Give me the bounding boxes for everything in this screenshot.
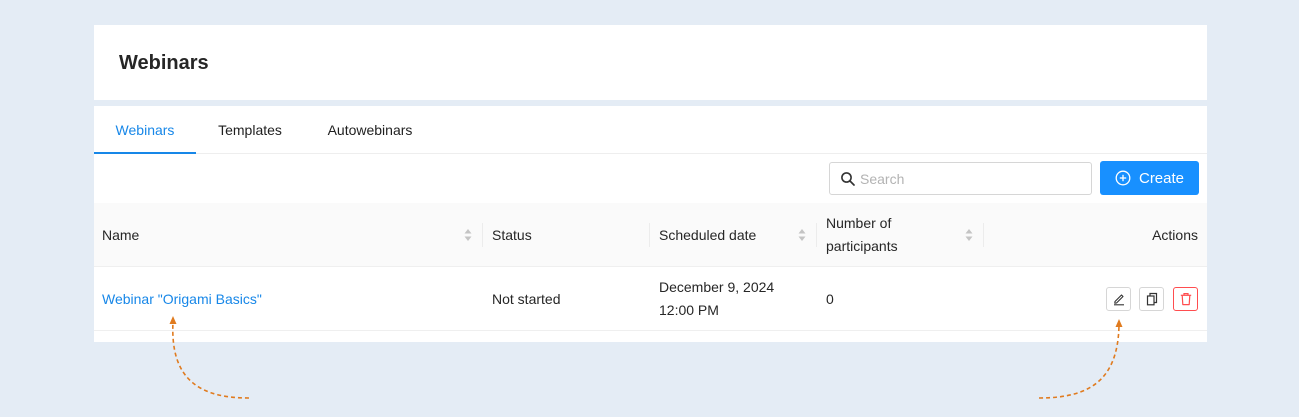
tab-autowebinars[interactable]: Autowebinars — [316, 106, 424, 154]
webinar-participants: 0 — [826, 290, 834, 307]
search-icon — [841, 172, 855, 186]
sort-icon[interactable] — [964, 227, 974, 243]
active-tab-indicator — [94, 152, 196, 154]
create-button-label: Create — [1138, 169, 1185, 187]
column-header-participants-line2: participants — [826, 238, 898, 254]
webinar-status: Not started — [492, 290, 561, 307]
tab-webinars[interactable]: Webinars — [94, 106, 196, 154]
column-header-status: Status — [492, 226, 532, 243]
column-divider — [482, 223, 483, 247]
table-header: Name Status Scheduled date Number of par… — [94, 203, 1207, 267]
search-input[interactable] — [860, 163, 1085, 194]
column-divider — [983, 223, 984, 247]
search-box[interactable] — [829, 162, 1092, 195]
trash-icon — [1180, 293, 1191, 306]
page-title: Webinars — [119, 52, 209, 74]
webinar-date: December 9, 2024 — [659, 279, 775, 295]
create-button[interactable]: Create — [1100, 161, 1199, 195]
edit-icon — [1113, 294, 1124, 306]
column-header-actions: Actions — [1152, 226, 1198, 243]
column-header-participants[interactable]: Number of participants — [826, 203, 898, 267]
column-divider — [649, 223, 650, 247]
copy-icon — [1146, 292, 1157, 306]
plus-circle-icon — [1115, 170, 1131, 186]
page-header: Webinars — [94, 25, 1207, 100]
copy-button[interactable] — [1139, 287, 1164, 311]
table-row: Webinar "Origami Basics" Not started Dec… — [94, 267, 1207, 331]
sort-icon[interactable] — [797, 227, 807, 243]
column-divider — [816, 223, 817, 247]
column-header-scheduled-date[interactable]: Scheduled date — [659, 203, 756, 267]
edit-button[interactable] — [1106, 287, 1131, 311]
webinar-time: 12:00 PM — [659, 302, 719, 318]
webinar-name-link-text[interactable]: Webinar "Origami Basics" — [102, 288, 262, 311]
tab-bar: Webinars Templates Autowebinars — [94, 106, 1207, 154]
column-header-participants-line1: Number of — [826, 215, 892, 231]
delete-button[interactable] — [1173, 287, 1198, 311]
column-header-name[interactable]: Name — [102, 203, 139, 267]
sort-icon[interactable] — [463, 227, 473, 243]
tab-templates[interactable]: Templates — [206, 106, 294, 154]
webinar-scheduled-date: December 9, 2024 12:00 PM — [659, 267, 774, 331]
webinars-panel: Webinars Templates Autowebinars Create N… — [94, 106, 1207, 342]
webinar-name-link: Webinar "Origami Basics" — [102, 267, 262, 331]
